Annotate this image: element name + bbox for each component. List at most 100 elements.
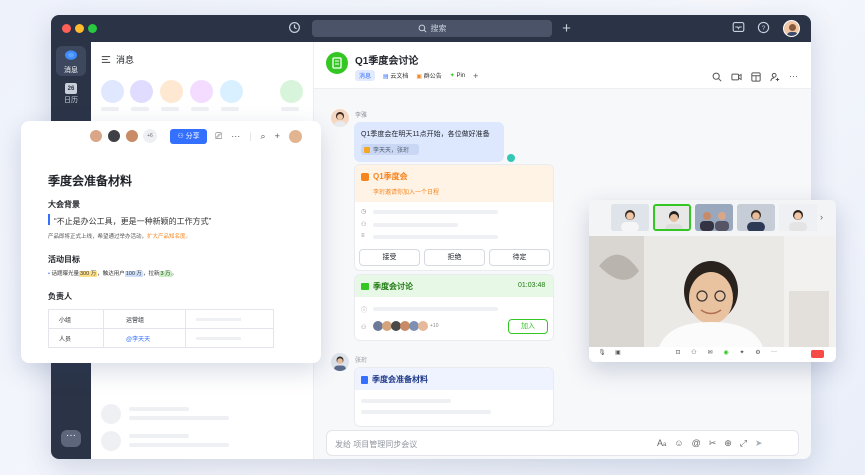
camera-icon[interactable]: ▣	[613, 349, 623, 359]
search-chat-icon[interactable]	[712, 72, 722, 82]
meeting-card[interactable]: 季度会讨论 01:03:48 ⓘ ⚇ +10 加入	[354, 274, 554, 341]
tab-pin[interactable]: ✦ Pin	[450, 72, 465, 79]
participant-thumbnail[interactable]	[653, 204, 691, 231]
search-icon[interactable]: ⌕	[261, 130, 266, 143]
video-call-icon[interactable]	[731, 72, 742, 82]
participant-thumbnail[interactable]	[737, 204, 775, 231]
microphone-icon[interactable]: 🎙	[597, 349, 607, 359]
quote-bar	[48, 214, 50, 225]
pinned-chat-4[interactable]	[190, 80, 213, 103]
meeting-title: 季度会讨论	[373, 282, 413, 291]
add-attachment-icon[interactable]: ⊕	[724, 438, 732, 451]
event-card[interactable]: Q1季度会 李珩邀请你加入一个日程 ◷ ⚇ ≡ 接受 拒绝 待定	[354, 164, 554, 271]
pinned-chat-5[interactable]	[220, 80, 243, 103]
search-input[interactable]: 搜索	[312, 20, 552, 37]
history-icon[interactable]	[287, 21, 302, 36]
emoji-icon[interactable]: ☺	[674, 438, 683, 451]
pinned-chat-3[interactable]	[160, 80, 183, 103]
pinned-chat-6[interactable]	[280, 80, 303, 103]
placeholder-bar	[101, 107, 119, 111]
placeholder-bar	[373, 223, 458, 227]
expand-icon[interactable]: ⤢	[740, 438, 747, 451]
pinned-chat-1[interactable]	[101, 80, 124, 103]
participant-thumbnail[interactable]	[695, 204, 733, 231]
present-icon[interactable]: ⎚	[215, 130, 222, 143]
tentative-button[interactable]: 待定	[489, 249, 550, 266]
help-icon[interactable]: ?	[756, 21, 771, 36]
effects-icon[interactable]: ✦	[737, 349, 747, 359]
event-title: Q1季度会	[373, 172, 408, 181]
participant-thumbnail[interactable]	[611, 204, 649, 231]
message-input-placeholder: 发给 项目管理同步会议	[335, 440, 418, 449]
sender-avatar[interactable]	[331, 353, 349, 371]
screenshot-icon[interactable]: ✂	[709, 438, 717, 451]
people-icon: ⚇	[361, 325, 367, 331]
goal-bullet: • 话题曝光量300 万，触达用户100 万，拉新3 万。	[48, 271, 178, 277]
read-status-icon	[507, 154, 515, 162]
doc-share-card[interactable]: 季度会准备材料	[354, 367, 554, 427]
accept-button[interactable]: 接受	[359, 249, 420, 266]
layout-icon[interactable]	[751, 72, 761, 82]
mention-text: 李天天，张珩	[373, 148, 410, 154]
add-tab-icon[interactable]: +	[473, 71, 478, 81]
send-icon[interactable]: ➤	[755, 438, 763, 451]
participant-thumbnail[interactable]	[779, 204, 817, 231]
plus-icon[interactable]: +	[275, 130, 280, 143]
share-screen-icon[interactable]: ⊡	[673, 349, 683, 359]
user-avatar[interactable]	[783, 20, 800, 37]
placeholder-bar	[281, 107, 299, 111]
mention-chip[interactable]: 李天天，张珩	[361, 144, 419, 155]
doc-title: 季度会准备材料	[48, 174, 133, 188]
sender-name: 李雅	[355, 113, 368, 119]
rail-item-messages[interactable]: 消息	[56, 46, 86, 76]
minimize-window-button[interactable]	[75, 24, 84, 33]
participants-icon[interactable]: ⚇	[689, 349, 699, 359]
info-icon: ⓘ	[361, 308, 368, 314]
list-item[interactable]	[101, 431, 301, 455]
record-icon[interactable]: ◉	[721, 349, 731, 359]
user-avatar[interactable]	[288, 130, 302, 143]
rail-label-calendar: 日历	[64, 97, 78, 104]
placeholder-bar	[373, 307, 498, 311]
rail-item-calendar[interactable]: 26 日历	[56, 79, 86, 109]
join-meeting-button[interactable]: 加入	[508, 319, 548, 334]
tab-docs[interactable]: ▤ 云文档	[383, 71, 408, 80]
title-bar: 搜索 + ?	[51, 15, 811, 42]
tab-announcement[interactable]: ▣ 群公告	[416, 71, 441, 80]
share-button[interactable]: ⚇ 分享	[170, 129, 207, 144]
sender-name: 张珩	[355, 358, 368, 364]
plus-icon[interactable]: +	[559, 21, 574, 36]
user-plus-icon: ⚇	[177, 133, 184, 140]
message-input[interactable]: 发给 项目管理同步会议 Aa ☺ @ ✂ ⊕ ⤢ ➤	[326, 430, 799, 456]
list-item[interactable]	[101, 404, 301, 428]
note-icon: ≡	[361, 233, 365, 239]
more-apps-button[interactable]: ···	[61, 430, 81, 447]
text-format-icon[interactable]: Aa	[657, 438, 666, 451]
add-member-icon[interactable]	[770, 72, 780, 82]
more-options-icon[interactable]: ···	[231, 130, 240, 143]
tab-messages[interactable]: 消息	[355, 70, 376, 81]
list-menu-icon[interactable]	[101, 55, 111, 64]
collaborator-count: +6	[143, 129, 157, 143]
more-options-icon[interactable]: ···	[789, 72, 798, 82]
more-options-icon[interactable]: ···	[769, 349, 779, 359]
chat-icon[interactable]: ✉	[705, 349, 715, 359]
placeholder-bar	[361, 410, 491, 414]
doc-icon	[361, 375, 368, 384]
placeholder-bar	[191, 107, 209, 111]
convlist-title: 消息	[116, 55, 135, 65]
message-text: Q1季度会在明天11点开始，各位做好准备	[361, 131, 490, 138]
mention-icon[interactable]: @	[692, 438, 701, 451]
pinned-chat-2[interactable]	[130, 80, 153, 103]
sender-avatar[interactable]	[331, 109, 349, 127]
maximize-window-button[interactable]	[88, 24, 97, 33]
meeting-icon	[361, 283, 369, 290]
next-page-icon[interactable]: ›	[820, 212, 823, 222]
inbox-icon[interactable]	[731, 21, 746, 36]
settings-icon[interactable]: ⚙	[753, 349, 763, 359]
message-bubble[interactable]: Q1季度会在明天11点开始，各位做好准备 李天天，张珩	[354, 122, 504, 162]
collaborator-avatars: +6	[89, 129, 157, 143]
decline-button[interactable]: 拒绝	[424, 249, 485, 266]
close-window-button[interactable]	[62, 24, 71, 33]
leave-meeting-button[interactable]	[811, 350, 824, 358]
